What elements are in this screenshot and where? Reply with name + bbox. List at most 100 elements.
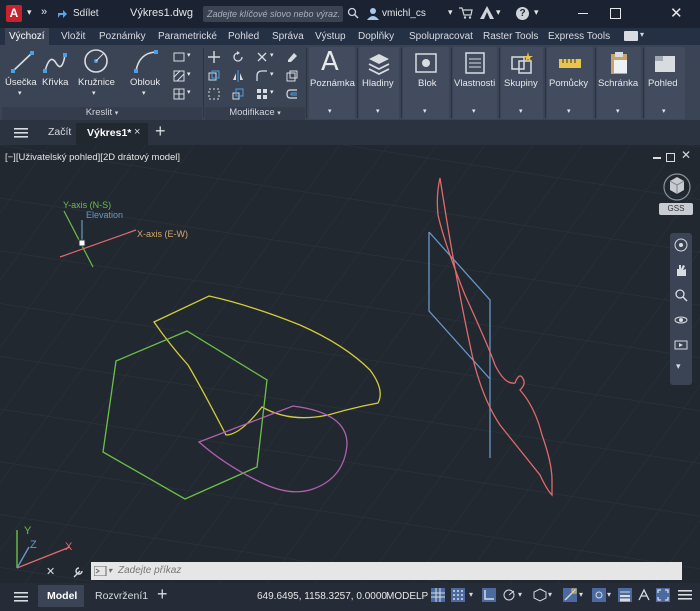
rectangle-icon[interactable] bbox=[173, 51, 185, 63]
view-button[interactable]: Pohled ▾ bbox=[645, 47, 685, 119]
hatch-icon[interactable] bbox=[173, 70, 185, 82]
quick-access-more-icon[interactable]: » bbox=[41, 6, 47, 18]
share-icon[interactable] bbox=[57, 9, 67, 18]
help-icon[interactable]: ? bbox=[516, 7, 529, 20]
new-tab-icon[interactable]: + bbox=[155, 121, 166, 142]
app-dropdown-icon[interactable]: ▾ bbox=[496, 7, 501, 18]
modify-panel-footer[interactable]: Modifikace ▾ bbox=[205, 107, 305, 120]
copy-icon[interactable] bbox=[208, 70, 220, 82]
hatch-dropdown-icon[interactable]: ▾ bbox=[187, 70, 191, 78]
offset-icon[interactable] bbox=[286, 88, 298, 100]
snap-dropdown-icon[interactable]: ▾ bbox=[469, 590, 473, 599]
groups-button[interactable]: Skupiny ▾ bbox=[501, 47, 543, 119]
snap-mode-icon[interactable] bbox=[451, 588, 465, 602]
properties-button[interactable]: Vlastnosti ▾ bbox=[453, 47, 497, 119]
tab-parametricke[interactable]: Parametrické bbox=[158, 28, 217, 45]
draw-panel-footer[interactable]: Kreslit ▾ bbox=[2, 107, 202, 120]
polyline-tool-button[interactable] bbox=[42, 49, 68, 78]
array-dropdown-icon[interactable]: ▾ bbox=[270, 88, 274, 96]
steering-wheel-icon[interactable] bbox=[674, 238, 688, 252]
isodraft-icon[interactable] bbox=[533, 588, 547, 602]
viewport-restore-icon[interactable] bbox=[666, 153, 675, 162]
document-tab[interactable]: Výkres1* × bbox=[76, 123, 148, 145]
layout-tab[interactable]: Rozvržení1 bbox=[95, 590, 148, 602]
tab-doplnky[interactable]: Doplňky bbox=[358, 28, 394, 45]
trim-dropdown-icon[interactable]: ▾ bbox=[270, 51, 274, 59]
trim-icon[interactable] bbox=[256, 51, 268, 63]
scale-icon[interactable] bbox=[232, 88, 244, 100]
object-snap-dropdown-icon[interactable]: ▾ bbox=[579, 590, 583, 599]
grid-display-icon[interactable] bbox=[431, 588, 445, 602]
erase-icon[interactable] bbox=[286, 51, 298, 63]
rectangle-dropdown-icon[interactable]: ▾ bbox=[187, 51, 191, 59]
tab-raster-tools[interactable]: Raster Tools bbox=[483, 28, 538, 45]
wcs-menu-button[interactable]: GSS bbox=[659, 203, 693, 215]
coordinates-readout[interactable]: 649.6495, 1158.3257, 0.0000 bbox=[257, 591, 387, 602]
tab-sprava[interactable]: Správa bbox=[272, 28, 304, 45]
search-icon[interactable] bbox=[347, 7, 359, 22]
command-input[interactable]: Zadejte příkaz bbox=[118, 562, 181, 580]
drawing-viewport[interactable]: [−][Uživatelský pohled][2D drátový model… bbox=[0, 145, 700, 583]
model-tab[interactable]: Model bbox=[38, 585, 84, 607]
arc-tool-button[interactable] bbox=[133, 49, 159, 78]
ortho-mode-icon[interactable] bbox=[482, 588, 496, 602]
ribbon-minimize-icon[interactable] bbox=[624, 31, 638, 41]
fillet-dropdown-icon[interactable]: ▾ bbox=[270, 70, 274, 78]
user-dropdown-icon[interactable]: ▾ bbox=[448, 7, 453, 18]
move-icon[interactable] bbox=[208, 51, 220, 63]
app-logo[interactable]: A bbox=[6, 5, 22, 22]
tab-express-tools[interactable]: Express Tools bbox=[548, 28, 610, 45]
polar-tracking-icon[interactable] bbox=[502, 588, 516, 602]
tab-vychozi[interactable]: Výchozí bbox=[5, 28, 49, 45]
clipboard-button[interactable]: Schránka ▾ bbox=[597, 47, 641, 119]
hamburger-menu-icon[interactable] bbox=[14, 128, 28, 138]
line-tool-dropdown-icon[interactable]: ▾ bbox=[18, 89, 22, 97]
customization-menu-icon[interactable] bbox=[678, 588, 692, 602]
app-menu-arrow-icon[interactable]: ▾ bbox=[27, 7, 32, 18]
viewport-minimize-icon[interactable] bbox=[653, 157, 661, 159]
maximize-icon[interactable] bbox=[610, 8, 621, 19]
osnap-tracking-icon[interactable] bbox=[592, 588, 606, 602]
tab-pohled[interactable]: Pohled bbox=[228, 28, 259, 45]
share-button[interactable]: Sdílet bbox=[73, 8, 99, 19]
model-space-toggle[interactable]: MODELP bbox=[386, 591, 428, 602]
help-dropdown-icon[interactable]: ▾ bbox=[534, 7, 539, 18]
viewport-controls-label[interactable]: [−][Uživatelský pohled][2D drátový model… bbox=[5, 152, 180, 163]
close-window-icon[interactable]: ✕ bbox=[670, 4, 683, 22]
nav-bar-menu-icon[interactable]: ▾ bbox=[676, 361, 681, 372]
circle-tool-dropdown-icon[interactable]: ▾ bbox=[92, 89, 96, 97]
status-menu-icon[interactable] bbox=[14, 592, 28, 602]
circle-tool-button[interactable] bbox=[82, 47, 110, 78]
tab-spolupracovat[interactable]: Spolupracovat bbox=[409, 28, 473, 45]
ribbon-minimize-dropdown-icon[interactable]: ▾ bbox=[640, 30, 644, 39]
command-customize-icon[interactable] bbox=[72, 566, 84, 578]
table-dropdown-icon[interactable]: ▾ bbox=[187, 88, 191, 96]
utilities-button[interactable]: Pomůcky ▾ bbox=[547, 47, 593, 119]
cart-icon[interactable] bbox=[459, 7, 473, 22]
viewport-close-icon[interactable]: ✕ bbox=[681, 148, 691, 162]
view-cube-icon[interactable] bbox=[660, 172, 694, 202]
annotation-scale-icon[interactable] bbox=[637, 588, 651, 602]
start-tab[interactable]: Začít bbox=[48, 126, 71, 138]
close-tab-icon[interactable]: × bbox=[134, 126, 140, 138]
isodraft-dropdown-icon[interactable]: ▾ bbox=[548, 590, 552, 599]
add-layout-icon[interactable]: + bbox=[157, 584, 168, 605]
pan-hand-icon[interactable] bbox=[674, 263, 688, 277]
modify-panel-expand-icon[interactable]: ▾ bbox=[277, 110, 281, 117]
fullscreen-icon[interactable] bbox=[656, 588, 670, 602]
annotation-button[interactable]: A Poznámka ▾ bbox=[309, 47, 355, 119]
draw-panel-expand-icon[interactable]: ▾ bbox=[115, 110, 119, 117]
zoom-icon[interactable] bbox=[674, 288, 688, 302]
command-line[interactable]: ▾ Zadejte příkaz bbox=[91, 562, 682, 580]
command-close-icon[interactable]: ✕ bbox=[46, 565, 58, 578]
layers-button[interactable]: Hladiny ▾ bbox=[359, 47, 399, 119]
geo-marker-icon[interactable] bbox=[78, 239, 86, 247]
fillet-icon[interactable] bbox=[256, 70, 268, 82]
tab-vlozit[interactable]: Vložit bbox=[61, 28, 85, 45]
explode-icon[interactable] bbox=[286, 70, 298, 82]
tab-vystup[interactable]: Výstup bbox=[315, 28, 346, 45]
array-icon[interactable] bbox=[256, 88, 268, 100]
search-input[interactable]: Zadejte klíčové slovo nebo výraz. bbox=[203, 6, 343, 22]
polar-dropdown-icon[interactable]: ▾ bbox=[518, 590, 522, 599]
table-grid-icon[interactable] bbox=[173, 88, 185, 100]
